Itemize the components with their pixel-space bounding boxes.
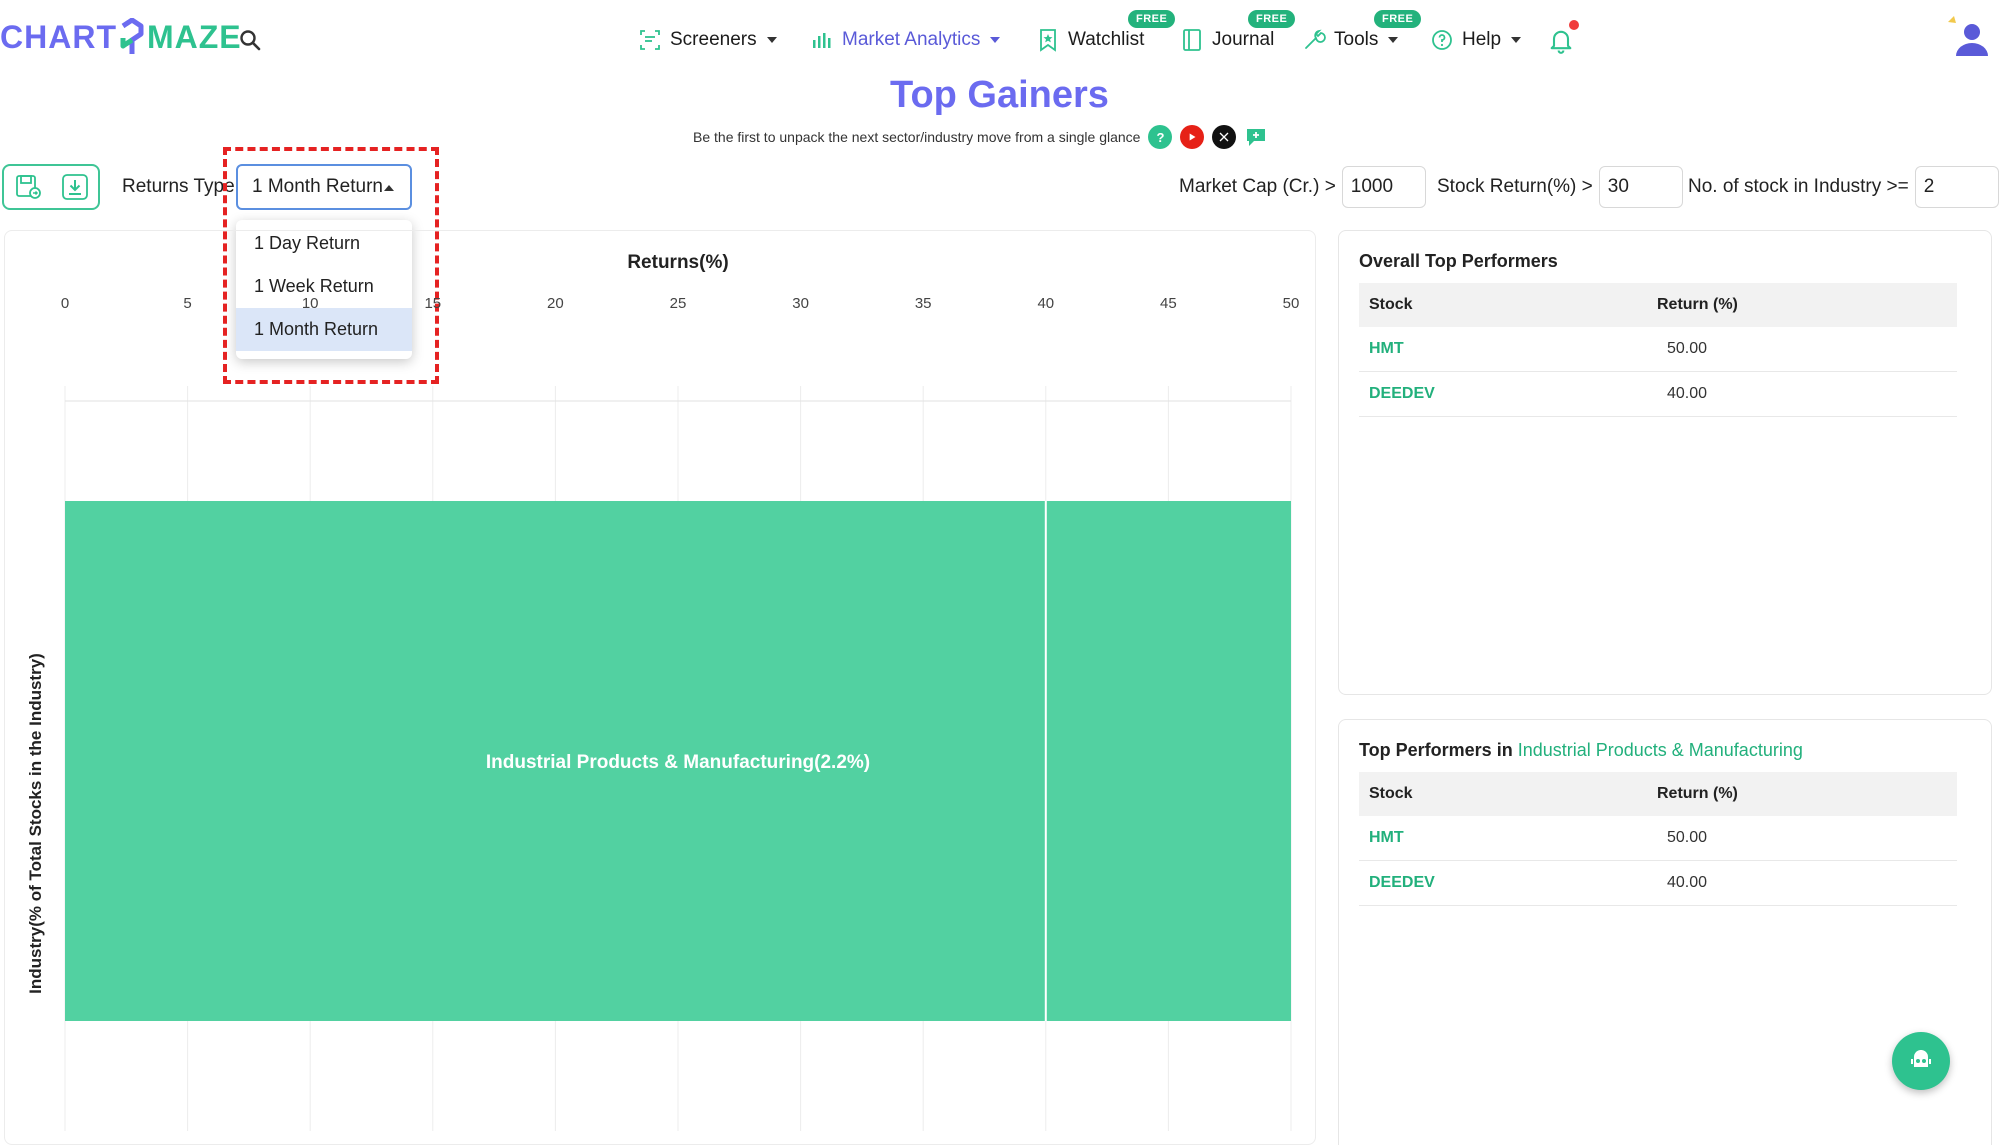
column-header-return: Return (%) — [1657, 296, 1738, 313]
chevron-down-icon — [766, 37, 777, 43]
x-tick-label: 35 — [915, 295, 932, 312]
x-tick-label: 20 — [547, 295, 564, 312]
download-icon[interactable] — [60, 172, 90, 202]
industry-top-performers-title: Top Performers in Industrial Products & … — [1359, 740, 1803, 761]
table-row[interactable]: HMT 50.00 — [1359, 327, 1957, 372]
tools-icon — [1305, 29, 1326, 49]
x-twitter-icon[interactable] — [1212, 125, 1237, 149]
table-row[interactable]: DEEDEV 40.00 — [1359, 861, 1957, 906]
x-tick-label: 15 — [424, 295, 441, 312]
column-header-stock: Stock — [1369, 785, 1413, 802]
return-value: 40.00 — [1667, 385, 1708, 402]
nav-market-analytics[interactable]: Market Analytics — [810, 22, 1001, 58]
youtube-icon[interactable] — [1180, 125, 1205, 149]
free-badge: FREE — [1248, 10, 1296, 28]
save-image-icon[interactable] — [13, 172, 43, 202]
industry-title-prefix: Top Performers in — [1359, 740, 1518, 760]
notification-dot — [1569, 20, 1579, 30]
industry-returns-chart: Returns(%) 0 5 10 15 20 25 30 35 40 45 50 Industry(%… — [26, 252, 1300, 1131]
market-cap-filter: Market Cap (Cr.) > 1000 — [1179, 166, 1426, 208]
table-header: Stock Return (%) — [1359, 772, 1957, 816]
return-value: 50.00 — [1667, 340, 1708, 357]
column-header-return: Return (%) — [1657, 785, 1738, 802]
return-value: 50.00 — [1667, 829, 1708, 846]
stock-link[interactable]: HMT — [1359, 340, 1657, 358]
chevron-down-icon — [1388, 37, 1399, 43]
nav-screeners[interactable]: Screeners — [638, 22, 777, 58]
market-cap-input[interactable]: 1000 — [1341, 166, 1426, 208]
x-tick-label: 25 — [670, 295, 687, 312]
nav-help-label: Help — [1462, 29, 1502, 50]
stock-return-label: Stock Return(%) > — [1437, 176, 1593, 197]
overall-top-performers-table: Stock Return (%) HMT 50.00 DEEDEV 40.00 — [1359, 283, 1957, 417]
x-tick-label: 45 — [1160, 295, 1177, 312]
user-avatar-icon[interactable] — [1946, 14, 1990, 58]
page-subtitle: Be the first to unpack the next sector/i… — [693, 129, 1141, 145]
nav-market-analytics-label: Market Analytics — [842, 29, 981, 50]
stocks-in-industry-label: No. of stock in Industry >= — [1688, 176, 1909, 197]
industry-top-performers-table: Stock Return (%) HMT 50.00 DEEDEV 40.00 — [1359, 772, 1957, 906]
table-header: Stock Return (%) — [1359, 283, 1957, 327]
nav-journal-label: Journal — [1212, 29, 1275, 50]
nav-tools[interactable]: Tools FREE — [1302, 10, 1422, 58]
x-tick-label: 30 — [792, 295, 809, 312]
top-header: CHART MAZE Screeners Market Analytics Wa… — [0, 0, 1999, 80]
nav-help[interactable]: Help — [1430, 22, 1522, 58]
free-badge: FREE — [1374, 10, 1422, 28]
column-header-stock: Stock — [1369, 296, 1413, 313]
table-row[interactable]: DEEDEV 40.00 — [1359, 372, 1957, 417]
main-nav: Screeners Market Analytics Watchlist FRE… — [0, 10, 1999, 62]
export-button-group — [2, 164, 100, 210]
chart-panel: Returns(%) 0 5 10 15 20 25 30 35 40 45 50 Industry(%… — [4, 230, 1316, 1145]
free-badge: FREE — [1128, 10, 1176, 28]
x-tick-label: 5 — [183, 295, 191, 312]
notification-bell-icon[interactable] — [1547, 26, 1575, 54]
x-tick-label: 40 — [1037, 295, 1054, 312]
industry-top-performers-panel: Top Performers in Industrial Products & … — [1338, 719, 1992, 1145]
table-row[interactable]: HMT 50.00 — [1359, 816, 1957, 861]
overall-top-performers-panel: Overall Top Performers Stock Return (%) … — [1338, 230, 1992, 695]
nav-watchlist-label: Watchlist — [1068, 29, 1145, 50]
journal-icon — [1183, 29, 1201, 51]
x-tick-label: 50 — [1283, 295, 1300, 312]
overall-top-performers-title: Overall Top Performers — [1359, 251, 1558, 271]
chevron-down-icon — [1511, 37, 1522, 43]
robot-icon — [1911, 1050, 1931, 1067]
feedback-chat-icon[interactable] — [1244, 125, 1269, 149]
stocks-in-industry-filter: No. of stock in Industry >= 2 — [1688, 166, 1999, 208]
bar-chart-icon — [813, 33, 831, 48]
help-icon — [1432, 30, 1452, 50]
nav-screeners-label: Screeners — [670, 29, 757, 50]
stock-return-filter: Stock Return(%) > 30 — [1437, 166, 1683, 208]
x-tick-label: 0 — [61, 295, 69, 312]
bar-category-label: Industrial Products & Manufacturing(2.2%… — [486, 752, 870, 773]
nav-tools-label: Tools — [1334, 29, 1379, 50]
returns-type-label: Returns Type — [122, 176, 235, 197]
market-cap-label: Market Cap (Cr.) > — [1179, 176, 1336, 197]
page-title: Top Gainers — [890, 74, 1109, 116]
stock-link[interactable]: HMT — [1359, 829, 1657, 847]
nav-watchlist[interactable]: Watchlist FREE — [1036, 10, 1176, 58]
chatbot-button[interactable] — [1892, 1032, 1950, 1090]
x-axis-title: Returns(%) — [627, 252, 728, 273]
x-tick-label: 10 — [302, 295, 319, 312]
chevron-down-icon — [990, 37, 1001, 43]
help-circle-icon[interactable]: ? — [1148, 125, 1173, 149]
nav-journal[interactable]: Journal FREE — [1180, 10, 1296, 58]
stock-link[interactable]: DEEDEV — [1359, 385, 1657, 403]
stock-return-input[interactable]: 30 — [1598, 166, 1683, 208]
bar-segment-hmt — [1045, 501, 1291, 1021]
y-axis-title: Industry(% of Total Stocks in the Indust… — [26, 653, 45, 994]
stock-link[interactable]: DEEDEV — [1359, 874, 1657, 892]
screener-icon — [640, 30, 660, 50]
subtitle-row: Be the first to unpack the next sector/i… — [693, 124, 1269, 150]
return-value: 40.00 — [1667, 874, 1708, 891]
watchlist-icon — [1040, 29, 1056, 52]
stocks-in-industry-input[interactable]: 2 — [1914, 166, 1999, 208]
industry-name-link[interactable]: Industrial Products & Manufacturing — [1518, 740, 1803, 760]
